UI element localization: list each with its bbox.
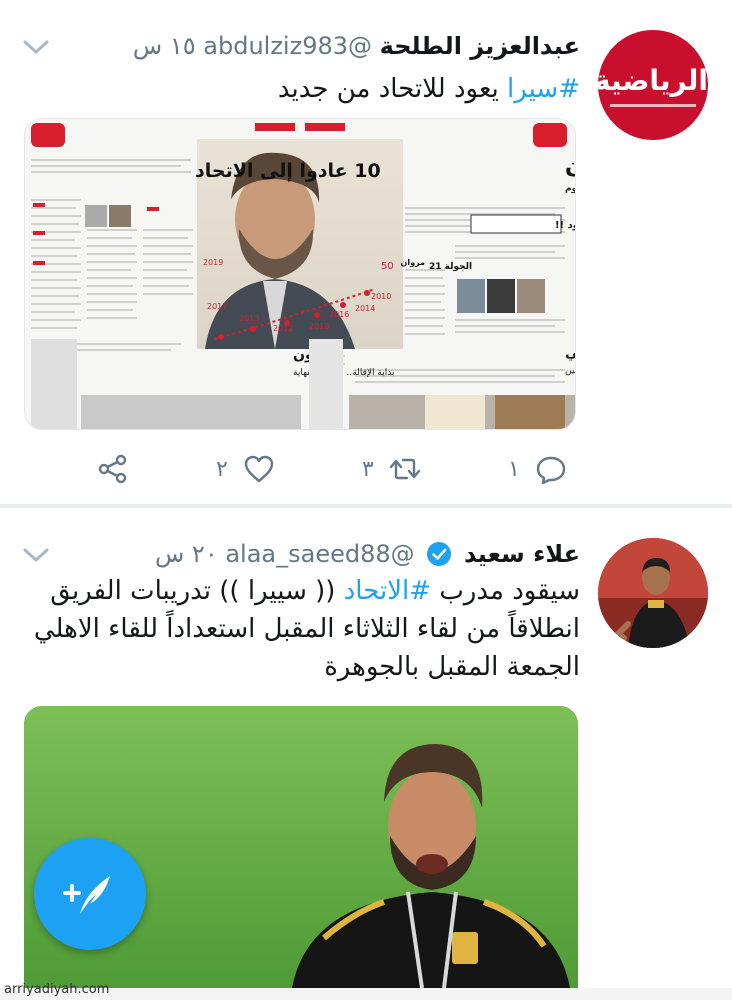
logo-underline — [610, 104, 696, 107]
tweet-text-line: انطلاقاً من لقاء الثلاثاء المقبل استعداد… — [33, 614, 580, 644]
display-name[interactable]: عبدالعزيز الطلحة — [380, 32, 580, 60]
newspaper-page-image: 2019 2017 2013 2012 2019 2016 2014 2010 … — [25, 119, 576, 429]
tweet-time: ١٥ س — [132, 32, 196, 60]
tweet-text-line: سيقود مدرب #الاتحاد (( سييرا )) تدريبات … — [20, 572, 580, 610]
timeline-year: 2014 — [355, 304, 375, 313]
retweet-icon — [389, 458, 421, 480]
reply-count: ١ — [508, 456, 520, 482]
tweet-text-line: الجمعة المقبل بالجوهرة — [324, 652, 580, 682]
headline-right: شيئان — [565, 154, 576, 179]
tweet-header: علاء سعيد @alaa_saeed88 ٢٠ س — [155, 536, 580, 572]
tweet-text-fragment: سيقود مدرب — [431, 576, 580, 606]
like-icon — [244, 455, 274, 483]
hashtag-link[interactable]: #سيرا — [507, 74, 580, 104]
tweet-text: #سيرا يعود للاتحاد من جديد — [20, 70, 580, 108]
subhead-bottom-right: يقسم الاتحاديين — [565, 366, 576, 376]
subhead-right: يعرفهما سيرا.. مذاق الانتصارات والحوم — [565, 184, 576, 194]
marwan-label: مروان — [401, 258, 426, 267]
timeline-year: 2012 — [273, 324, 293, 333]
highlight-box-text: سيرا يعود !! — [555, 220, 576, 231]
timeline-year: 2016 — [329, 310, 349, 319]
like-count: ٢ — [216, 456, 228, 482]
logo-text: الرياضية — [598, 64, 708, 97]
timeline-year: 2013 — [239, 314, 259, 323]
tweet-image[interactable]: 2019 2017 2013 2012 2019 2016 2014 2010 … — [24, 118, 576, 430]
avatar[interactable] — [598, 538, 708, 648]
hashtag-link[interactable]: #الاتحاد — [344, 576, 431, 606]
tweet-text-fragment: (( سييرا )) تدريبات الفريق — [50, 576, 344, 606]
tweet-card[interactable]: الرياضية عبدالعزيز الطلحة @abdulziz983 ١… — [0, 0, 732, 506]
verified-badge-icon — [427, 542, 452, 566]
timeline-year: 2017 — [207, 302, 227, 311]
user-handle[interactable]: @alaa_saeed88 — [225, 540, 414, 568]
reply-icon — [536, 456, 566, 485]
share-button[interactable] — [96, 444, 130, 494]
tweet-actions: ١ ٣ ٢ — [0, 444, 732, 494]
chevron-down-icon[interactable] — [22, 36, 50, 58]
compose-tweet-icon — [63, 876, 110, 914]
tweet-header: عبدالعزيز الطلحة @abdulziz983 ١٥ س — [133, 28, 580, 64]
round-label: الجولة 21 — [429, 262, 472, 272]
headline-bottom-right: الكرواتي — [565, 345, 576, 361]
reply-button[interactable]: ١ — [508, 444, 568, 494]
timeline-year: 2019 — [309, 322, 329, 331]
count-label: 50 — [381, 261, 394, 272]
avatar-photo — [598, 538, 708, 648]
chevron-down-icon[interactable] — [22, 544, 50, 566]
share-icon — [98, 454, 127, 484]
retweet-button[interactable]: ٣ — [362, 444, 422, 494]
avatar[interactable]: الرياضية — [598, 30, 708, 140]
subhead-bottom-left: بداية الإقالة.. والهلال النهاية — [293, 368, 394, 378]
timeline-year: 2010 — [371, 292, 391, 301]
retweet-count: ٣ — [362, 456, 374, 482]
like-button[interactable]: ٢ — [216, 444, 276, 494]
user-handle[interactable]: @abdulziz983 — [203, 32, 372, 60]
compose-tweet-button[interactable] — [34, 838, 146, 950]
tweet-text-body: يعود للاتحاد من جديد — [277, 74, 507, 104]
display-name[interactable]: علاء سعيد — [464, 540, 580, 568]
tweet-time: ٢٠ س — [154, 540, 218, 568]
watermark: arriyadiyah.com — [0, 982, 732, 1000]
tweet-text: سيقود مدرب #الاتحاد (( سييرا )) تدريبات … — [20, 572, 580, 686]
timeline-year: 2019 — [203, 258, 223, 267]
watermark-text: arriyadiyah.com — [4, 982, 110, 997]
headline-left: 10 عادوا إلى الاتحاد — [195, 160, 381, 182]
